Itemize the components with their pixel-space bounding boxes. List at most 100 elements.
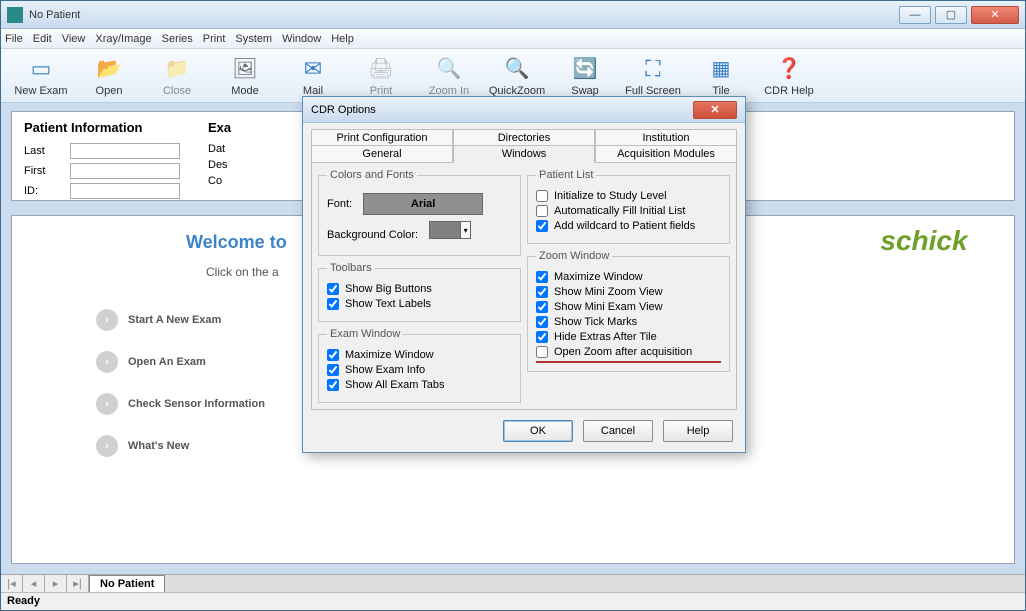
menu-view[interactable]: View xyxy=(62,33,86,45)
tab-institution[interactable]: Institution xyxy=(595,129,737,146)
toolbars-checkbox-input-0[interactable] xyxy=(327,283,339,295)
toolbar-label: Mail xyxy=(303,85,323,97)
zoomwindow-checkbox-label-5: Open Zoom after acquisition xyxy=(554,346,692,358)
id-input[interactable] xyxy=(70,183,180,199)
zoomwindow-checkbox-input-0[interactable] xyxy=(536,271,548,283)
toolbar-full-button[interactable]: Full Screen xyxy=(621,51,685,100)
dialog-close-button[interactable]: ✕ xyxy=(693,101,737,119)
cancel-button[interactable]: Cancel xyxy=(583,420,653,442)
desc-label: Des xyxy=(208,159,248,171)
zoomwindow-checkbox-input-4[interactable] xyxy=(536,331,548,343)
zoomwindow-checkbox-input-2[interactable] xyxy=(536,301,548,313)
zoomwindow-checkbox-input-1[interactable] xyxy=(536,286,548,298)
menu-series[interactable]: Series xyxy=(162,33,193,45)
chevron-down-icon: ▾ xyxy=(460,222,470,238)
maximize-button[interactable]: ▢ xyxy=(935,6,967,24)
tab-first-button[interactable]: |◂ xyxy=(1,575,23,592)
toolbar-open-button[interactable]: Open xyxy=(77,51,141,100)
patientlist-legend: Patient List xyxy=(536,169,596,181)
examwindow-checkbox-1[interactable]: Show Exam Info xyxy=(327,364,512,376)
toolbar-qzoom-button[interactable]: QuickZoom xyxy=(485,51,549,100)
zoomwindow-checkbox-3[interactable]: Show Tick Marks xyxy=(536,316,721,328)
menu-help[interactable]: Help xyxy=(331,33,354,45)
statusbar: Ready xyxy=(1,592,1025,610)
toolbar-label: Close xyxy=(163,85,191,97)
minimize-button[interactable]: — xyxy=(899,6,931,24)
toolbar-mode-button[interactable]: Mode xyxy=(213,51,277,100)
toolbar-swap-button[interactable]: Swap xyxy=(553,51,617,100)
patientlist-checkbox-1[interactable]: Automatically Fill Initial List xyxy=(536,205,721,217)
tab-directories[interactable]: Directories xyxy=(453,129,595,146)
tab-last-button[interactable]: ▸| xyxy=(67,575,89,592)
dialog-button-row: OK Cancel Help xyxy=(303,410,745,452)
examwindow-checkbox-label-2: Show All Exam Tabs xyxy=(345,379,444,391)
bgcolor-picker[interactable]: ▾ xyxy=(429,221,471,239)
patientlist-group: Patient List Initialize to Study Level Au… xyxy=(527,169,730,244)
first-label: First xyxy=(24,165,64,177)
menu-window[interactable]: Window xyxy=(282,33,321,45)
examwindow-checkbox-input-0[interactable] xyxy=(327,349,339,361)
examwindow-checkbox-input-1[interactable] xyxy=(327,364,339,376)
toolbars-checkbox-0[interactable]: Show Big Buttons xyxy=(327,283,512,295)
patientlist-checkbox-input-0[interactable] xyxy=(536,190,548,202)
swap-icon xyxy=(571,55,599,83)
toolbar-tile-button[interactable]: Tile xyxy=(689,51,753,100)
tab-next-button[interactable]: ▸ xyxy=(45,575,67,592)
toolbar-label: Print xyxy=(370,85,393,97)
zoomwindow-group: Zoom Window Maximize WindowShow Mini Zoo… xyxy=(527,250,730,372)
menu-xray[interactable]: Xray/Image xyxy=(95,33,151,45)
document-tabstrip: |◂ ◂ ▸ ▸| No Patient xyxy=(1,574,1025,592)
zoomwindow-checkbox-input-3[interactable] xyxy=(536,316,548,328)
patientlist-checkbox-input-1[interactable] xyxy=(536,205,548,217)
examwindow-checkbox-label-0: Maximize Window xyxy=(345,349,434,361)
last-input[interactable] xyxy=(70,143,180,159)
toolbar-zoomin-button: Zoom In xyxy=(417,51,481,100)
menu-system[interactable]: System xyxy=(235,33,272,45)
menu-print[interactable]: Print xyxy=(203,33,226,45)
zoomwindow-checkbox-label-0: Maximize Window xyxy=(554,271,643,283)
toolbar-new-button[interactable]: New Exam xyxy=(9,51,73,100)
patientlist-checkbox-2[interactable]: Add wildcard to Patient fields xyxy=(536,220,721,232)
toolbars-checkbox-1[interactable]: Show Text Labels xyxy=(327,298,512,310)
zoomwindow-checkbox-5[interactable]: Open Zoom after acquisition xyxy=(536,346,721,358)
menu-file[interactable]: File xyxy=(5,33,23,45)
menu-edit[interactable]: Edit xyxy=(33,33,52,45)
patientlist-checkbox-0[interactable]: Initialize to Study Level xyxy=(536,190,721,202)
exam-info-title: Exa xyxy=(208,120,248,135)
toolbars-checkbox-input-1[interactable] xyxy=(327,298,339,310)
toolbar-mail-button[interactable]: Mail xyxy=(281,51,345,100)
ok-button[interactable]: OK xyxy=(503,420,573,442)
close-button[interactable]: ✕ xyxy=(971,6,1019,24)
tab-general[interactable]: General xyxy=(311,145,453,163)
full-icon xyxy=(639,55,667,83)
date-label: Dat xyxy=(208,143,248,155)
tab-acquisition[interactable]: Acquisition Modules xyxy=(595,145,737,163)
examwindow-checkbox-2[interactable]: Show All Exam Tabs xyxy=(327,379,512,391)
com-label: Co xyxy=(208,175,248,187)
tab-windows[interactable]: Windows xyxy=(453,145,595,163)
examwindow-checkbox-input-2[interactable] xyxy=(327,379,339,391)
window-title: No Patient xyxy=(29,9,895,21)
toolbar-help-button[interactable]: CDR Help xyxy=(757,51,821,100)
examwindow-checkbox-label-1: Show Exam Info xyxy=(345,364,425,376)
examwindow-checkbox-0[interactable]: Maximize Window xyxy=(327,349,512,361)
zoomwindow-checkbox-2[interactable]: Show Mini Exam View xyxy=(536,301,721,313)
zoomwindow-checkbox-label-4: Hide Extras After Tile xyxy=(554,331,657,343)
dialog-titlebar: CDR Options ✕ xyxy=(303,97,745,123)
examwindow-legend: Exam Window xyxy=(327,328,403,340)
toolbar-print-button: Print xyxy=(349,51,413,100)
patientlist-checkbox-input-2[interactable] xyxy=(536,220,548,232)
font-button[interactable]: Arial xyxy=(363,193,483,215)
tab-body: Colors and Fonts Font: Arial Background … xyxy=(311,163,737,410)
tab-print-config[interactable]: Print Configuration xyxy=(311,129,453,146)
zoomin-icon xyxy=(435,55,463,83)
zoomwindow-checkbox-4[interactable]: Hide Extras After Tile xyxy=(536,331,721,343)
help-button[interactable]: Help xyxy=(663,420,733,442)
zoomwindow-checkbox-input-5[interactable] xyxy=(536,346,548,358)
zoomwindow-checkbox-0[interactable]: Maximize Window xyxy=(536,271,721,283)
tab-prev-button[interactable]: ◂ xyxy=(23,575,45,592)
document-tab[interactable]: No Patient xyxy=(89,575,165,592)
zoomwindow-checkbox-1[interactable]: Show Mini Zoom View xyxy=(536,286,721,298)
patientlist-checkbox-label-1: Automatically Fill Initial List xyxy=(554,205,685,217)
first-input[interactable] xyxy=(70,163,180,179)
